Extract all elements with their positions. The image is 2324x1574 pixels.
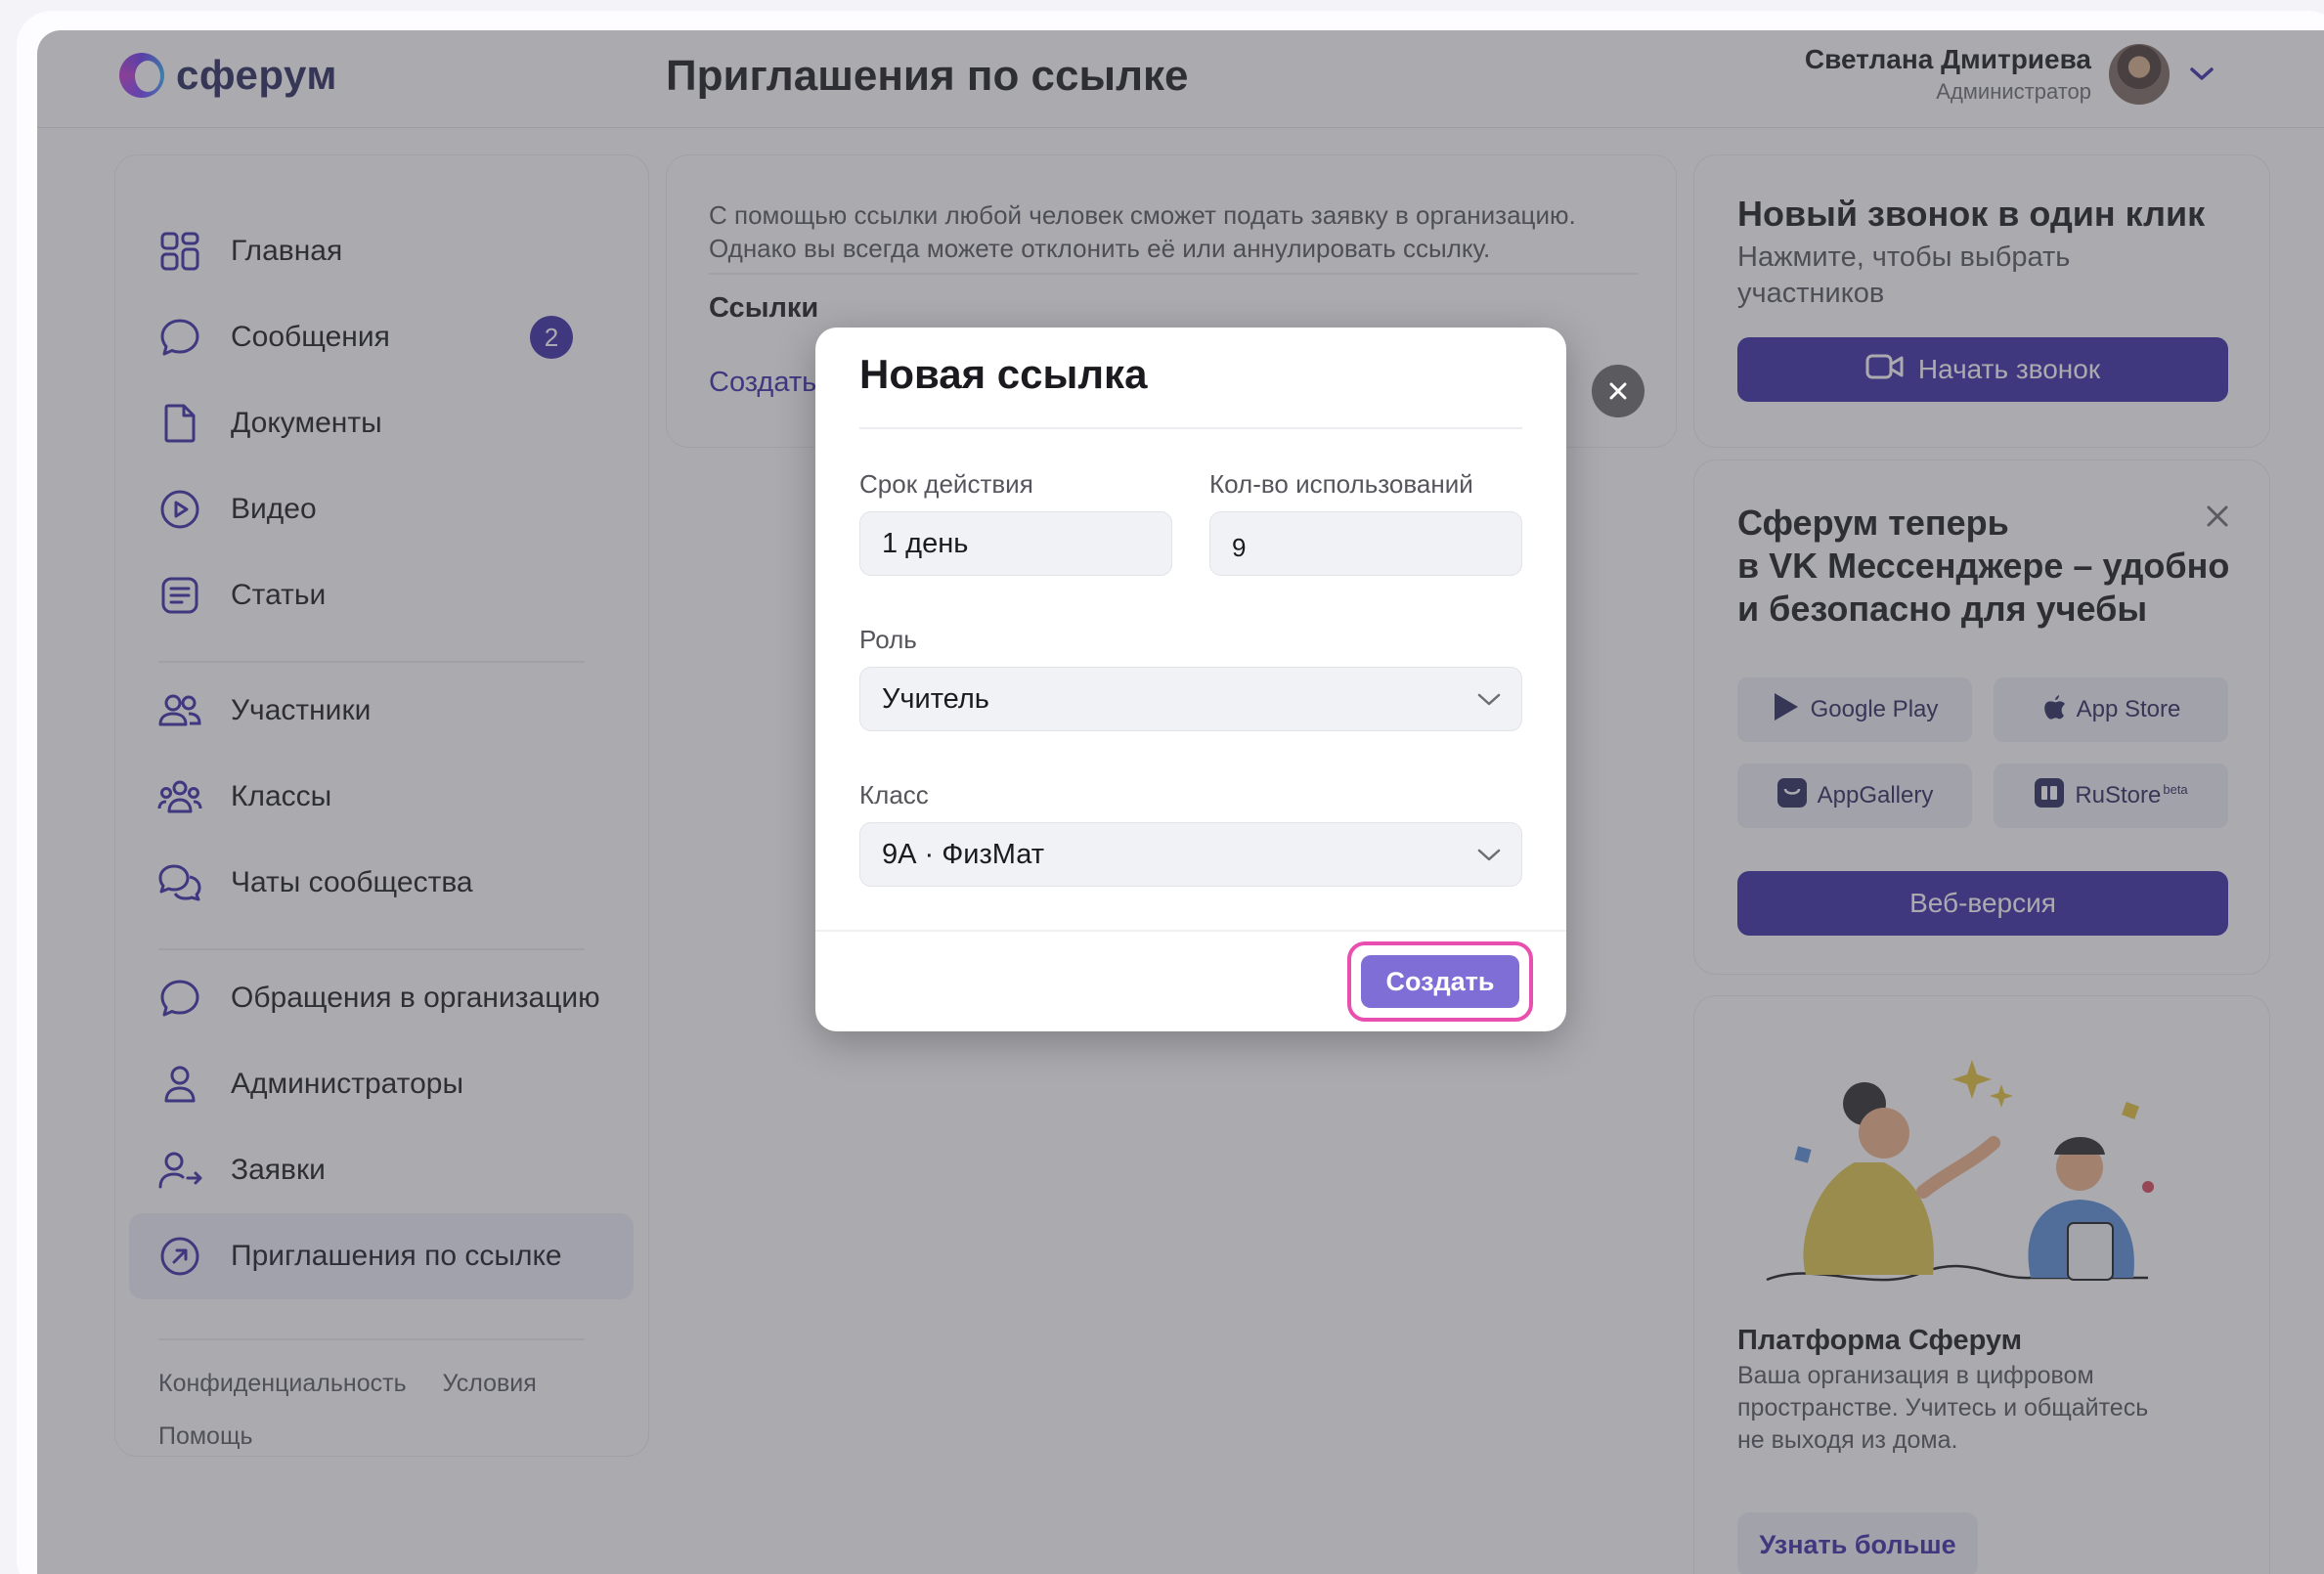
duration-label: Срок действия [859, 469, 1033, 499]
chevron-down-icon [1474, 841, 1504, 878]
duration-value: 1 день [882, 527, 969, 559]
role-value: Учитель [882, 682, 989, 715]
class-select[interactable]: 9А · ФизМат [859, 822, 1522, 887]
divider [859, 427, 1522, 429]
chevron-down-icon [1474, 685, 1504, 722]
uses-label: Кол-во использований [1209, 469, 1473, 499]
close-icon[interactable] [1592, 365, 1644, 417]
modal-title: Новая ссылка [859, 351, 1148, 397]
divider [815, 930, 1566, 932]
new-link-modal: Новая ссылка Срок действия 1 день Кол-во… [815, 328, 1566, 1031]
class-value: 9А · ФизМат [882, 838, 1045, 870]
uses-count-field[interactable]: 9 [1209, 511, 1522, 576]
uses-value: 9 [1232, 532, 1247, 562]
class-label: Класс [859, 780, 929, 809]
create-button[interactable]: Создать [1361, 955, 1519, 1008]
duration-field[interactable]: 1 день [859, 511, 1172, 576]
role-select[interactable]: Учитель [859, 667, 1522, 731]
role-label: Роль [859, 625, 917, 654]
create-button-highlight: Создать [1347, 941, 1533, 1022]
